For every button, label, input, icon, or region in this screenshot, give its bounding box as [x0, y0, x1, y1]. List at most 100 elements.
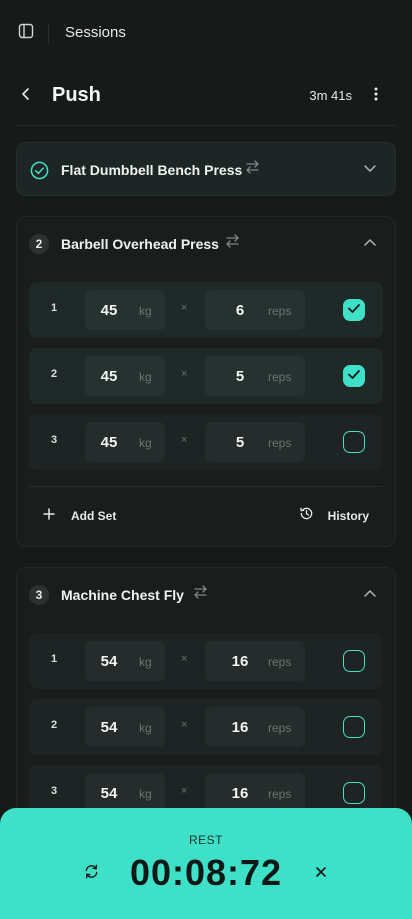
reps-value: 6 [235, 302, 245, 319]
set-number: 3 [51, 785, 58, 797]
close-icon [315, 865, 327, 883]
weight-input[interactable]: 45 kg [85, 356, 165, 396]
weight-unit: kg [139, 370, 152, 384]
exercise-name: Barbell Overhead Press [61, 236, 219, 252]
set-row: 2 45 kg × 5 reps [29, 348, 383, 404]
more-vertical-icon [374, 87, 378, 106]
history-button[interactable]: History [299, 504, 369, 528]
swap-exercise-button[interactable] [223, 233, 241, 253]
set-complete-checkbox[interactable] [343, 650, 365, 672]
swap-exercise-button[interactable] [243, 159, 261, 179]
weight-input[interactable]: 45 kg [85, 290, 165, 330]
sidebar-icon [18, 23, 34, 44]
top-bar: Sessions [0, 0, 412, 66]
reps-value: 16 [231, 653, 249, 670]
reps-input[interactable]: 5 reps [205, 422, 305, 462]
history-label: History [327, 509, 369, 523]
close-timer-button[interactable] [310, 863, 332, 885]
workout-title: Push [52, 84, 101, 106]
set-complete-checkbox[interactable] [343, 716, 365, 738]
weight-input[interactable]: 54 kg [85, 707, 165, 747]
check-circle-icon [29, 160, 49, 180]
collapse-button[interactable] [361, 585, 379, 603]
swap-exercise-button[interactable] [191, 584, 209, 604]
exercise-card: 2 Barbell Overhead Press 1 45 kg × 6 rep… [16, 216, 396, 547]
set-complete-checkbox[interactable] [343, 431, 365, 453]
exercise-name: Machine Chest Fly [61, 587, 184, 603]
weight-unit: kg [139, 304, 152, 318]
reps-unit: reps [268, 787, 292, 801]
set-number: 2 [51, 368, 58, 380]
weight-value: 45 [100, 302, 118, 319]
set-number: 3 [51, 434, 58, 446]
set-complete-checkbox[interactable] [343, 299, 365, 321]
set-row: 1 54 kg × 16 reps [29, 633, 383, 689]
chevron-left-icon [20, 87, 32, 106]
reps-unit: reps [268, 370, 292, 384]
reps-input[interactable]: 5 reps [205, 356, 305, 396]
times-sign: × [181, 785, 188, 797]
weight-value: 45 [100, 434, 118, 451]
weight-value: 54 [100, 653, 118, 670]
weight-unit: kg [139, 721, 152, 735]
reps-unit: reps [268, 304, 292, 318]
chevron-up-icon [363, 585, 377, 603]
exercise-header[interactable]: 2 Barbell Overhead Press [17, 217, 395, 271]
weight-value: 54 [100, 719, 118, 736]
weight-unit: kg [139, 436, 152, 450]
workout-header: Push 3m 41s [16, 76, 396, 124]
reps-value: 16 [231, 785, 249, 802]
collapse-button[interactable] [361, 234, 379, 252]
weight-input[interactable]: 54 kg [85, 641, 165, 681]
weight-unit: kg [139, 655, 152, 669]
history-icon [299, 506, 314, 526]
weight-value: 54 [100, 785, 118, 802]
topbar-title: Sessions [65, 24, 126, 41]
rest-timer-panel: REST 00:08:72 [0, 808, 412, 919]
exercise-card-collapsed[interactable]: Flat Dumbbell Bench Press [16, 142, 396, 196]
header-divider [16, 125, 396, 126]
add-set-label: Add Set [71, 509, 117, 523]
reps-input[interactable]: 6 reps [205, 290, 305, 330]
weight-input[interactable]: 54 kg [85, 773, 165, 813]
expand-button[interactable] [361, 160, 379, 178]
times-sign: × [181, 434, 188, 446]
set-number: 2 [51, 719, 58, 731]
times-sign: × [181, 368, 188, 380]
reps-input[interactable]: 16 reps [205, 773, 305, 813]
rest-label: REST [188, 833, 223, 847]
set-row: 2 54 kg × 16 reps [29, 699, 383, 755]
times-sign: × [181, 719, 188, 731]
chevron-up-icon [363, 234, 377, 252]
reps-unit: reps [268, 655, 292, 669]
back-button[interactable] [16, 84, 36, 108]
reps-value: 5 [235, 434, 245, 451]
set-row: 3 45 kg × 5 reps [29, 414, 383, 470]
set-complete-checkbox[interactable] [343, 782, 365, 804]
weight-input[interactable]: 45 kg [85, 422, 165, 462]
check-icon [347, 301, 361, 319]
plus-icon [43, 507, 55, 525]
set-complete-checkbox[interactable] [343, 365, 365, 387]
set-number: 1 [51, 653, 58, 665]
weight-value: 45 [100, 368, 118, 385]
swap-icon [193, 584, 208, 604]
set-number: 1 [51, 302, 58, 314]
topbar-divider [48, 23, 49, 43]
swap-icon [245, 159, 260, 179]
times-sign: × [181, 302, 188, 314]
sidebar-toggle-button[interactable] [16, 23, 36, 43]
rest-countdown: 00:08:72 [129, 852, 283, 893]
elapsed-time: 3m 41s [309, 88, 352, 103]
more-options-button[interactable] [366, 84, 386, 108]
card-divider [29, 486, 383, 487]
chevron-down-icon [363, 160, 377, 178]
check-icon [347, 367, 361, 385]
add-set-button[interactable]: Add Set [43, 504, 116, 528]
swap-icon [225, 233, 240, 253]
reps-value: 16 [231, 719, 249, 736]
reps-input[interactable]: 16 reps [205, 641, 305, 681]
times-sign: × [181, 653, 188, 665]
reps-input[interactable]: 16 reps [205, 707, 305, 747]
exercise-header[interactable]: 3 Machine Chest Fly [17, 568, 395, 622]
